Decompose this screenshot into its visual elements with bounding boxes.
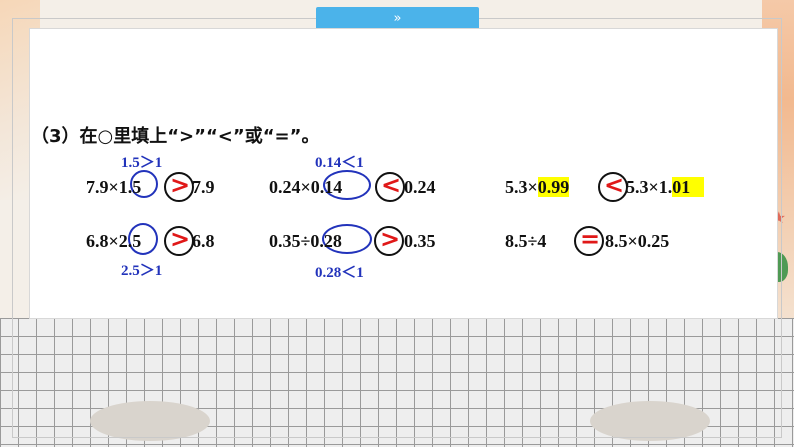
highlighted-number: 01 [672,177,705,197]
answer-symbol: < [604,171,625,199]
expression-right: 5.3×1.01 [626,177,705,198]
expression-right: 7.9 [192,177,215,197]
double-chevron-icon: » [393,11,402,26]
expression-text: 5.3×1. [626,177,673,197]
expression-right: 0.24 [404,177,436,197]
highlighted-number: 0.99 [537,177,570,197]
expression-right: 6.8 [192,231,215,251]
answer-symbol: < [381,171,402,199]
hint-label: 0.14＜1 [315,155,364,171]
hint-label: 0.28＜1 [315,265,364,281]
expression-left: 8.5÷4 [505,231,547,251]
expression-left: 5.3×0.99 [505,177,570,198]
expression-left: 7.9×1.5 [86,177,142,197]
answer-symbol: > [170,171,191,199]
hint-label: 2.5＞1 [121,263,163,279]
expression-left: 0.35÷0.28 [269,231,342,251]
expression-right: 0.35 [404,231,436,251]
expression-text: 5.3× [505,177,538,197]
question-title: （3）在○里填上“>”“<”或“=”。 [31,126,320,147]
expression-left: 6.8×2.5 [86,231,142,251]
expression-left: 0.24×0.14 [269,177,343,197]
answer-symbol: > [170,225,191,253]
answer-symbol: > [380,225,401,253]
expression-right: 8.5×0.25 [605,231,670,251]
hint-label: 1.5＞1 [121,155,163,171]
answer-symbol: = [580,225,601,253]
